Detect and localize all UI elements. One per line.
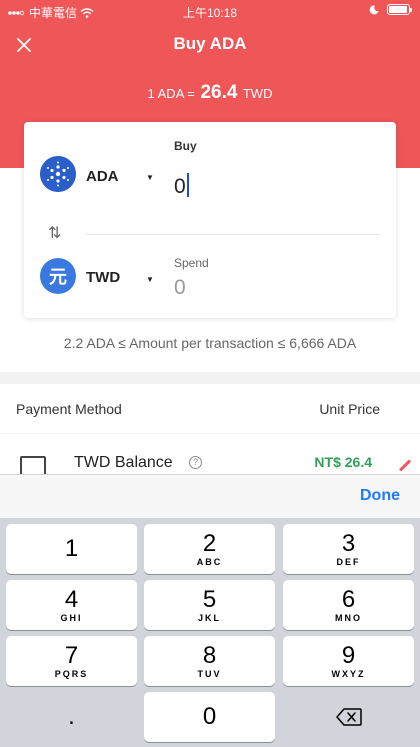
text-cursor	[186, 173, 189, 197]
amount-limits: 2.2 ADA ≤ Amount per transaction ≤ 6,666…	[63, 335, 357, 351]
key-decimal[interactable]: .	[6, 692, 137, 742]
twd-coin-icon: 元	[40, 258, 76, 294]
swap-arrows-icon[interactable]: ⇅	[48, 223, 61, 243]
page-title: Buy ADA	[173, 34, 247, 53]
key-5[interactable]: 5 JKL	[144, 580, 275, 630]
section-gap	[0, 372, 420, 384]
payment-method-row[interactable]: TWD Balance ? NT$ 26.4	[0, 434, 420, 474]
chevron-down-icon[interactable]: ▼	[146, 275, 154, 284]
payment-method-heading: Payment Method	[16, 401, 122, 417]
key-0[interactable]: 0	[144, 692, 275, 742]
chevron-down-icon[interactable]: ▼	[146, 173, 154, 182]
divider	[86, 234, 380, 235]
wallet-icon	[20, 456, 46, 474]
backspace-key[interactable]	[283, 692, 414, 742]
key-9[interactable]: 9 WXYZ	[283, 636, 414, 686]
trade-card: ADA ▼ Buy 0 ⇅ 元 TWD ▼ Spend 0	[24, 122, 396, 318]
key-6[interactable]: 6 MNO	[283, 580, 414, 630]
key-8[interactable]: 8 TUV	[144, 636, 275, 686]
buy-currency-selector[interactable]: ADA	[86, 168, 119, 185]
moon-icon	[369, 4, 379, 14]
status-right	[369, 4, 412, 15]
payment-header: Payment Method Unit Price	[0, 384, 420, 434]
keyboard-toolbar: Done	[0, 474, 420, 518]
key-2[interactable]: 2 ABC	[144, 524, 275, 574]
twd-coin-glyph: 元	[49, 267, 67, 287]
battery-icon	[387, 4, 412, 15]
rate-prefix: 1 ADA =	[147, 86, 195, 101]
check-icon	[398, 459, 412, 472]
exchange-rate: 1 ADA = 26.4 TWD	[0, 82, 420, 104]
spend-currency-selector[interactable]: TWD	[86, 269, 120, 286]
numeric-keypad: 1 2 ABC 3 DEF 4 GHI 5 JKL 6 MNO 7 PQRS 8 TUV 9W…	[0, 518, 420, 747]
cardano-coin-icon	[40, 156, 76, 192]
status-time: 上午10:18	[182, 6, 238, 20]
rate-suffix: TWD	[242, 86, 273, 101]
buy-amount-value: 0	[174, 175, 186, 198]
key-3[interactable]: 3 DEF	[283, 524, 414, 574]
spend-label: Spend	[174, 256, 209, 270]
backspace-icon	[335, 708, 362, 726]
status-bar: 中華電信 上午10:18	[0, 0, 420, 22]
buy-amount-input[interactable]: 0	[174, 173, 189, 199]
rate-value: 26.4	[200, 82, 238, 103]
done-button[interactable]: Done	[360, 487, 400, 505]
key-1[interactable]: 1	[6, 524, 137, 574]
help-circle-icon[interactable]: ?	[189, 456, 202, 469]
unit-price-heading: Unit Price	[319, 401, 380, 417]
key-4[interactable]: 4 GHI	[6, 580, 137, 630]
payment-method-name: TWD Balance	[74, 454, 173, 471]
key-7[interactable]: 7 PQRS	[6, 636, 137, 686]
buy-label: Buy	[174, 139, 197, 153]
payment-method-price: NT$ 26.4	[314, 454, 372, 470]
spend-amount-input[interactable]: 0	[174, 276, 186, 300]
